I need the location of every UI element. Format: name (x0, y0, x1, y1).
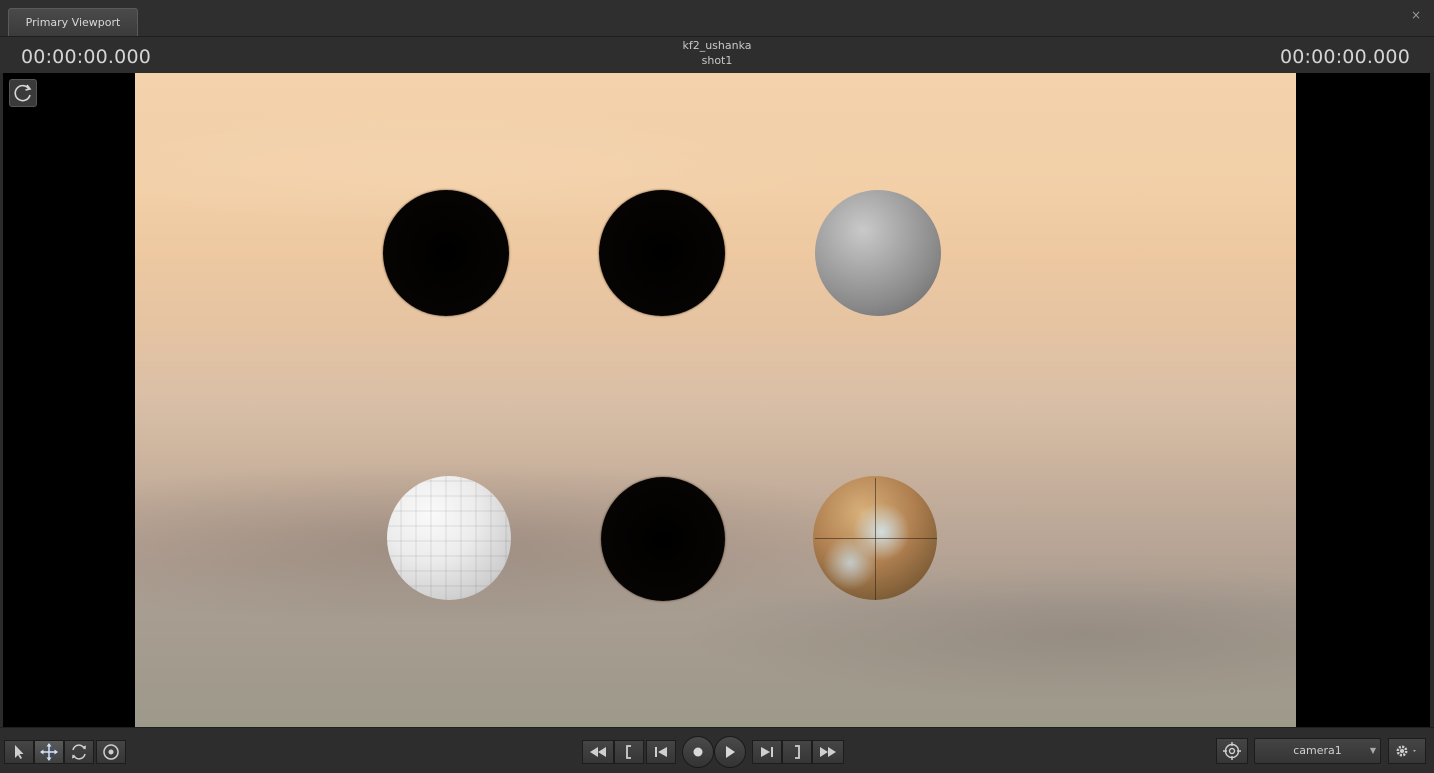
settings-button[interactable] (1388, 738, 1426, 764)
chevron-down-icon: ▼ (1369, 746, 1376, 755)
record-button[interactable] (682, 736, 714, 768)
mark-in-button[interactable] (614, 740, 644, 764)
camera-dropdown-value: camera1 (1293, 744, 1342, 757)
shot-name: shot1 (701, 54, 733, 67)
sphere-black[interactable] (599, 190, 725, 316)
viewport[interactable] (3, 73, 1430, 727)
move-tool-button[interactable] (34, 740, 64, 764)
rewind-button[interactable] (582, 740, 614, 764)
bottom-toolbar: camera1 ▼ (0, 727, 1434, 773)
sphere-grey-stone[interactable] (815, 190, 941, 316)
camera-target-button[interactable] (1216, 738, 1248, 764)
close-icon[interactable]: × (1410, 9, 1422, 21)
select-icon (15, 745, 24, 759)
sphere-white-faceted[interactable] (387, 476, 511, 600)
play-button[interactable] (714, 736, 746, 768)
refresh-icon (14, 84, 32, 102)
orbit-icon (72, 744, 86, 760)
orbit-tool-button[interactable] (64, 740, 94, 764)
select-tool-button[interactable] (4, 740, 34, 764)
step-back-icon (655, 747, 667, 757)
crosshair-icon (1223, 742, 1241, 760)
play-icon (726, 746, 735, 758)
tab-primary-viewport[interactable]: Primary Viewport (8, 8, 138, 36)
scene-info: kf2_ushanka shot1 (617, 38, 817, 68)
rewind-icon (590, 747, 606, 757)
target-icon (103, 744, 119, 760)
move-icon (40, 743, 58, 761)
mark-out-icon (795, 745, 800, 759)
step-forward-icon (761, 747, 773, 757)
fast-forward-icon (820, 747, 836, 757)
scene-name: kf2_ushanka (682, 39, 752, 52)
refresh-button[interactable] (9, 79, 37, 107)
sphere-black[interactable] (383, 190, 509, 316)
scene-render[interactable] (135, 73, 1296, 727)
tab-bar: Primary Viewport × (0, 0, 1434, 37)
step-back-button[interactable] (646, 740, 676, 764)
sphere-black[interactable] (601, 477, 725, 601)
info-bar: 00:00:00.000 kf2_ushanka shot1 00:00:00.… (0, 37, 1434, 73)
timecode-left: 00:00:00.000 (21, 46, 152, 68)
step-forward-button[interactable] (752, 740, 782, 764)
mark-in-icon (626, 745, 631, 759)
record-icon (693, 747, 703, 757)
mark-out-button[interactable] (782, 740, 812, 764)
gear-icon (1396, 745, 1416, 757)
target-tool-button[interactable] (96, 740, 126, 764)
fast-forward-button[interactable] (812, 740, 844, 764)
timecode-right: 00:00:00.000 (1279, 46, 1410, 68)
camera-dropdown[interactable]: camera1 ▼ (1254, 738, 1381, 764)
sphere-earth-texture[interactable] (813, 476, 937, 600)
record-play-group (680, 736, 750, 768)
